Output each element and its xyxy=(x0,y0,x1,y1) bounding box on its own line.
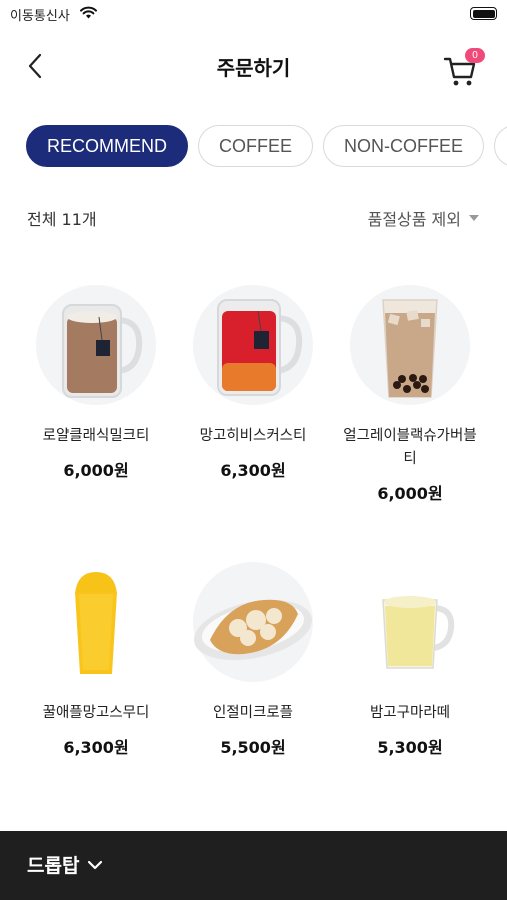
product-image-mango-smoothie xyxy=(31,562,161,692)
product-image-hibiscus-tea xyxy=(188,285,318,415)
product-price: 5,500원 xyxy=(220,738,286,757)
tab-partial[interactable]: PI xyxy=(494,125,507,167)
status-bar: 이동통신사 xyxy=(0,0,507,30)
product-name: 얼그레이블랙슈가버블티 xyxy=(343,428,477,467)
product-image-croffle xyxy=(188,562,318,692)
product-card[interactable]: 밤고구마라떼 5,300원 xyxy=(330,562,490,758)
chevron-down-icon xyxy=(88,860,103,869)
product-name: 로얄클래식밀크티 xyxy=(42,428,150,444)
product-price: 6,000원 xyxy=(63,461,129,480)
nav-header: 주문하기 0 xyxy=(0,36,507,96)
product-name: 꿀애플망고스무디 xyxy=(42,705,150,721)
wifi-icon xyxy=(80,6,97,19)
sold-out-filter-button[interactable]: 품절상품 제외 xyxy=(368,206,479,230)
cart-count-badge: 0 xyxy=(465,48,485,63)
product-price: 6,300원 xyxy=(63,738,129,757)
product-card[interactable]: 로얄클래식밀크티 6,000원 xyxy=(16,285,176,481)
product-name: 인절미크로플 xyxy=(212,705,294,721)
product-card[interactable]: 망고히비스커스티 6,300원 xyxy=(173,285,333,481)
tab-recommend[interactable]: RECOMMEND xyxy=(26,125,188,167)
product-image-sweet-potato-latte xyxy=(345,562,475,692)
product-card[interactable]: 인절미크로플 5,500원 xyxy=(173,562,333,758)
product-image-milk-tea xyxy=(31,285,161,415)
category-tabs: RECOMMENDCOFFEENON-COFFEEPI xyxy=(26,125,507,169)
total-count: 전체 11개 xyxy=(27,210,97,229)
page-title: 주문하기 xyxy=(216,56,291,80)
carrier-label: 이동통신사 xyxy=(10,9,70,24)
product-price: 5,300원 xyxy=(377,738,443,757)
product-card[interactable]: 꿀애플망고스무디 6,300원 xyxy=(16,562,176,758)
product-price: 6,300원 xyxy=(220,461,286,480)
store-label: 드롭탑 xyxy=(27,855,80,877)
list-header: 전체 11개 품절상품 제외 xyxy=(0,200,507,232)
product-name: 망고히비스커스티 xyxy=(199,428,307,444)
tab-coffee[interactable]: COFFEE xyxy=(198,125,314,167)
product-card[interactable]: 얼그레이블랙슈가버블티 6,000원 xyxy=(330,285,490,504)
product-price: 6,000원 xyxy=(377,484,443,503)
store-select-button[interactable]: 드롭탑 xyxy=(27,851,103,878)
product-name: 밤고구마라떼 xyxy=(369,705,451,721)
caret-down-icon xyxy=(469,215,479,221)
tab-non-coffee[interactable]: NON-COFFEE xyxy=(323,125,485,167)
filter-label: 품절상품 제외 xyxy=(367,210,461,229)
product-image-bubble-tea xyxy=(345,285,475,415)
battery-icon xyxy=(470,7,497,20)
bottom-bar: 드롭탑 xyxy=(0,831,507,900)
cart-button[interactable]: 0 xyxy=(443,48,489,88)
